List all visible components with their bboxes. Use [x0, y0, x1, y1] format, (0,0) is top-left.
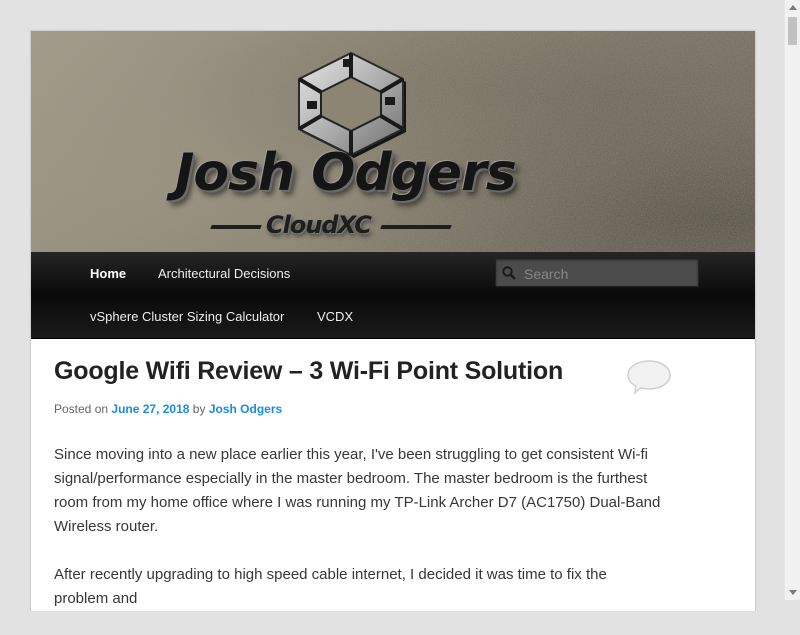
logo-title: Josh Odgers [175, 143, 517, 203]
search-icon [502, 266, 516, 280]
header-banner[interactable]: Josh Odgers CloudXC [31, 31, 755, 252]
nav-item-vcdx[interactable]: VCDX [317, 309, 353, 324]
logo-rule-left [210, 225, 262, 229]
post-meta: Posted on June 27, 2018 by Josh Odgers [54, 402, 282, 416]
scrollbar-thumb[interactable] [788, 17, 797, 45]
logo-hexagon-icon [297, 51, 406, 158]
search-box[interactable] [495, 258, 699, 287]
search-input[interactable] [522, 262, 696, 285]
comments-bubble-icon[interactable] [626, 359, 672, 395]
post-title[interactable]: Google Wifi Review – 3 Wi-Fi Point Solut… [54, 357, 563, 386]
meta-by: by [192, 402, 206, 416]
nav-item-home[interactable]: Home [90, 266, 126, 281]
post-content: Since moving into a new place earlier th… [54, 443, 664, 635]
main-navigation: Home Architectural Decisions vSphere Clu… [31, 252, 755, 339]
arrow-down-icon[interactable] [785, 584, 800, 600]
nav-item-vsphere-cluster-sizing-calculator[interactable]: vSphere Cluster Sizing Calculator [90, 309, 284, 324]
post-date-link[interactable]: June 27, 2018 [111, 402, 189, 416]
logo-subtitle: CloudXC [266, 211, 372, 239]
post-paragraph: After recently upgrading to high speed c… [54, 566, 607, 607]
vertical-scrollbar[interactable] [784, 0, 800, 600]
meta-posted-on: Posted on [54, 402, 109, 416]
arrow-up-icon[interactable] [785, 0, 800, 16]
post-paragraph: Since moving into a new place earlier th… [54, 446, 661, 535]
author-link[interactable]: Josh Odgers [209, 402, 282, 416]
nav-item-architectural-decisions[interactable]: Architectural Decisions [158, 266, 290, 281]
logo-rule-right [380, 225, 452, 229]
site-logo: Josh Odgers CloudXC [171, 43, 531, 248]
